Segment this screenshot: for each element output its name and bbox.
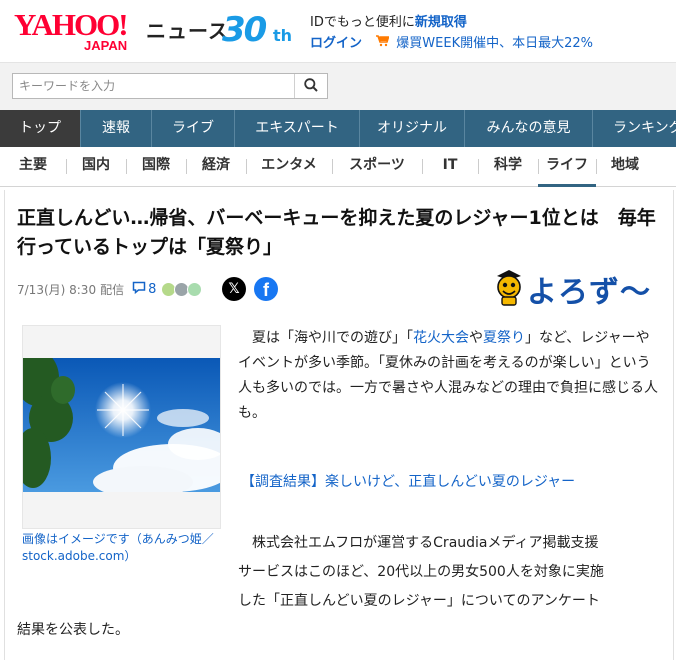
sale-link[interactable]: 爆買WEEK開催中、本日最大22% (396, 36, 593, 51)
article-meta: 7/13(月) 8:30 配信 8 (17, 279, 203, 299)
tab-ranking[interactable]: ランキング (593, 110, 676, 147)
site-header: YAHOO! JAPAN ニュース 30 th IDでもっと便利に新規取得 ログ… (0, 0, 676, 62)
p1-text-b: や (469, 330, 483, 346)
category-nav: 主要 国内 国際 経済 エンタメ スポーツ IT 科学 ライフ 地域 (0, 147, 676, 187)
comment-count: 8 (148, 281, 157, 297)
category-life[interactable]: ライフ (538, 147, 596, 187)
reaction-face-icon (187, 281, 203, 297)
search-input[interactable] (13, 74, 295, 98)
article-paragraph-2: 株式会社エムフロが運営するCraudiaメディア掲載支援 サービスはこのほど、2… (17, 529, 657, 645)
sky-sun-image (23, 358, 220, 492)
category-it[interactable]: IT (422, 147, 478, 186)
publish-label: 配信 (100, 282, 125, 297)
source-name: よろず〜 (527, 275, 651, 310)
p2-line: 結果を公表した。 (17, 622, 129, 638)
link-fireworks[interactable]: 花火大会 (413, 330, 469, 346)
yahoo-japan-logo[interactable]: YAHOO! JAPAN (14, 8, 144, 56)
tab-breaking[interactable]: 速報 (81, 110, 152, 147)
logo-yahoo-text: YAHOO! (14, 7, 129, 42)
mascot-icon (493, 267, 525, 311)
reaction-faces[interactable] (161, 281, 203, 297)
link-summer-festival[interactable]: 夏祭り (483, 330, 525, 346)
article-paragraph-1: 夏は「海や川での遊び」「花火大会や夏祭り」など、レジャーやイベントが多い季節。「… (238, 326, 658, 426)
anniversary-suffix: th (273, 26, 293, 45)
login-link[interactable]: ログイン (310, 36, 362, 51)
comment-link[interactable]: 8 (132, 281, 156, 298)
tab-live[interactable]: ライブ (152, 110, 235, 147)
service-name[interactable]: ニュース (146, 15, 229, 44)
category-sports[interactable]: スポーツ (332, 147, 422, 186)
publish-date: 7/13(月) 8:30 (17, 282, 97, 297)
category-main[interactable]: 主要 (0, 147, 66, 186)
category-international[interactable]: 国際 (126, 147, 186, 186)
category-economy[interactable]: 経済 (186, 147, 246, 186)
p2-line: 株式会社エムフロが運営するCraudiaメディア掲載支援 (252, 535, 599, 551)
category-local[interactable]: 地域 (596, 147, 654, 186)
logo-japan-text: JAPAN (84, 38, 128, 53)
anniversary-badge[interactable]: 30 th (222, 10, 304, 50)
tab-opinions[interactable]: みんなの意見 (465, 110, 593, 147)
survey-result-link[interactable]: 【調査結果】楽しいけど、正直しんどい夏のレジャー (241, 470, 575, 495)
tab-expert[interactable]: エキスパート (235, 110, 360, 147)
search-bar (0, 62, 676, 111)
search-icon (304, 77, 318, 96)
signup-link[interactable]: 新規取得 (415, 15, 467, 30)
share-x-button[interactable]: 𝕏 (222, 277, 246, 301)
article-title: 正直しんどい…帰省、バーベーキューを抑えた夏のレジャー1位とは 毎年行っているト… (17, 207, 656, 258)
login-row: ログイン 爆買WEEK開催中、本日最大22% (310, 32, 593, 51)
id-promo: IDでもっと便利に新規取得 (310, 11, 467, 30)
search-button[interactable] (294, 74, 327, 98)
id-promo-text: IDでもっと便利に (310, 15, 415, 30)
category-science[interactable]: 科学 (478, 147, 538, 186)
main-nav: トップ 速報 ライブ エキスパート オリジナル みんなの意見 ランキング (0, 110, 676, 147)
tab-original[interactable]: オリジナル (360, 110, 465, 147)
category-entertainment[interactable]: エンタメ (246, 147, 332, 186)
source-logo[interactable]: よろず〜 (493, 265, 653, 311)
p1-text-a: 夏は「海や川での遊び」「 (252, 330, 413, 346)
cart-icon (376, 35, 390, 51)
category-domestic[interactable]: 国内 (66, 147, 126, 186)
search-box (12, 73, 328, 99)
tab-top[interactable]: トップ (0, 110, 81, 147)
p2-line: した「正直しんどい夏のレジャー」についてのアンケート (238, 593, 600, 609)
share-facebook-button[interactable]: f (254, 277, 278, 301)
p2-line: サービスはこのほど、20代以上の男女500人を対象に実施 (238, 564, 604, 580)
article-image[interactable] (22, 325, 221, 529)
anniversary-number: 30 (222, 10, 267, 50)
comment-icon (132, 281, 146, 298)
